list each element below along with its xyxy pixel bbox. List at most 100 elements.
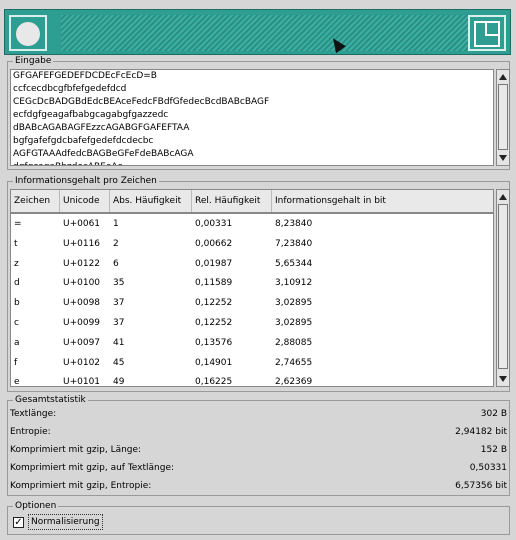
scroll-up-icon[interactable] xyxy=(499,194,507,200)
column-header-abs[interactable]: Abs. Häufigkeit xyxy=(110,190,192,212)
cell-abs: 1 xyxy=(113,219,119,229)
table-row[interactable]: c U+0099 37 0,12252 3,02895 xyxy=(11,314,493,333)
cell-rel: 0,01987 xyxy=(195,258,233,269)
cell-unicode: U+0100 xyxy=(63,278,101,289)
cell-rel: 0,00662 xyxy=(195,238,233,249)
stat-row: Komprimiert mit gzip, auf Textlänge: 0,50… xyxy=(10,459,507,477)
table-row[interactable]: t U+0116 2 0,00662 7,23840 xyxy=(11,235,493,254)
cell-rel: 0,14901 xyxy=(195,357,233,368)
cell-rel: 0,12252 xyxy=(195,298,233,309)
cell-unicode: U+0099 xyxy=(63,318,101,328)
cell-unicode: U+0098 xyxy=(63,298,101,309)
titlebar-drag-area[interactable] xyxy=(61,15,469,51)
column-header-rel[interactable]: Rel. Häufigkeit xyxy=(192,190,272,212)
table-row[interactable]: d U+0100 35 0,11589 3,10912 xyxy=(11,274,493,293)
stat-row: Komprimiert mit gzip, Länge: 152 B xyxy=(10,441,507,459)
cell-unicode: U+0101 xyxy=(63,377,101,387)
input-line: CEGcDcBADGBdEdcBEAceFedcFBdfGfedecBcdBAB… xyxy=(13,97,270,107)
input-line: bgfgafefgdcbafefgedefdcdecbc xyxy=(13,136,154,146)
stats-group: Gesamtstatistik Textlänge: 302 B Entropie:… xyxy=(7,394,510,496)
cell-abs: 45 xyxy=(113,357,125,368)
info-group-title: Informationsgehalt pro Zeichen xyxy=(13,175,159,187)
cell-info: 3,02895 xyxy=(275,298,313,309)
cell-unicode: U+0102 xyxy=(63,357,101,368)
cell-unicode: U+0061 xyxy=(63,219,101,229)
input-line: dBABcAGABAGFEzzcAGABGFGAFEFTAA xyxy=(13,123,190,133)
normalize-label[interactable]: Normalisierung xyxy=(28,514,103,530)
table-row[interactable]: f U+0102 45 0,14901 2,74655 xyxy=(11,354,493,373)
input-line: GFGAFEFGEDEFDCDEcFcEcD=B xyxy=(13,71,157,81)
stat-label: Komprimiert mit gzip, Länge: xyxy=(10,445,142,455)
column-header-unicode[interactable]: Unicode xyxy=(60,190,110,212)
cell-zeichen: a xyxy=(14,337,20,348)
options-group: Optionen ✓ Normalisierung xyxy=(7,500,510,535)
cell-info: 3,02895 xyxy=(275,318,313,328)
input-line: ccfcecdbcgfbfefgedefdcd xyxy=(13,84,127,94)
column-header-zeichen[interactable]: Zeichen xyxy=(11,190,60,212)
normalize-checkbox[interactable]: ✓ xyxy=(13,517,24,528)
stat-row: Entropie: 2,94182 bit xyxy=(10,423,507,441)
info-scrollbar[interactable] xyxy=(496,189,510,387)
table-row[interactable]: a U+0097 41 0,13576 2,88085 xyxy=(11,334,493,353)
options-group-title: Optionen xyxy=(13,500,59,512)
cell-abs: 6 xyxy=(113,258,119,269)
cell-abs: 35 xyxy=(113,278,125,289)
input-group: Eingabe GFGAFEFGEDEFDCDEcFcEcD=B ccfcecdb… xyxy=(7,55,510,170)
stat-label: Komprimiert mit gzip, Entropie: xyxy=(10,481,152,491)
cell-zeichen: f xyxy=(14,357,18,368)
cell-info: 2,88085 xyxy=(275,337,313,348)
cell-zeichen: d xyxy=(14,278,20,289)
table-row[interactable]: e U+0101 49 0,16225 2,62369 xyxy=(11,373,493,387)
stat-row: Komprimiert mit gzip, Entropie: 6,57356 b… xyxy=(10,477,507,495)
scroll-thumb[interactable] xyxy=(498,204,508,369)
scroll-thumb[interactable] xyxy=(498,84,508,150)
table-row[interactable]: b U+0098 37 0,12252 3,02895 xyxy=(11,294,493,313)
circle-icon xyxy=(16,22,40,46)
input-line: dgfgcagaBbzdecABEeAe xyxy=(13,161,491,165)
stat-label: Entropie: xyxy=(10,427,51,437)
window-titlebar[interactable] xyxy=(4,9,511,55)
scroll-down-icon[interactable] xyxy=(499,376,507,382)
cell-info: 2,74655 xyxy=(275,357,313,368)
stat-value: 152 B xyxy=(480,445,507,455)
cell-abs: 49 xyxy=(113,377,125,387)
column-header-info[interactable]: Informationsgehalt in bit xyxy=(272,190,493,212)
cell-abs: 37 xyxy=(113,298,125,309)
stat-value: 0,50331 xyxy=(469,463,507,473)
scroll-up-icon[interactable] xyxy=(499,74,507,80)
cell-zeichen: = xyxy=(14,219,22,229)
info-table[interactable]: Zeichen Unicode Abs. Häufigkeit Rel. Häu… xyxy=(10,189,494,387)
maximize-button[interactable] xyxy=(468,15,506,51)
cell-unicode: U+0122 xyxy=(63,258,101,269)
cell-rel: 0,12252 xyxy=(195,318,233,328)
input-group-title: Eingabe xyxy=(13,55,54,67)
cell-zeichen: z xyxy=(14,258,19,269)
table-row[interactable]: = U+0061 1 0,00331 8,23840 xyxy=(11,215,493,234)
input-scrollbar[interactable] xyxy=(496,69,510,166)
table-row[interactable]: z U+0122 6 0,01987 5,65344 xyxy=(11,255,493,274)
cell-info: 7,23840 xyxy=(275,238,313,249)
stat-value: 2,94182 bit xyxy=(455,427,507,437)
stat-label: Komprimiert mit gzip, auf Textlänge: xyxy=(10,463,175,473)
info-group: Informationsgehalt pro Zeichen Zeichen U… xyxy=(7,175,510,392)
cell-info: 5,65344 xyxy=(275,258,313,269)
cell-zeichen: c xyxy=(14,318,19,328)
stat-value: 6,57356 bit xyxy=(455,481,507,491)
window-menu-button[interactable] xyxy=(9,15,47,51)
cell-info: 8,23840 xyxy=(275,219,313,229)
stat-row: Textlänge: 302 B xyxy=(10,405,507,423)
cell-abs: 37 xyxy=(113,318,125,328)
table-header: Zeichen Unicode Abs. Häufigkeit Rel. Häu… xyxy=(11,190,493,214)
scroll-down-icon[interactable] xyxy=(499,155,507,161)
cell-zeichen: e xyxy=(14,377,20,387)
input-line: AGFGTAAAdfedcBAGBeGFeFdeBABcAGA xyxy=(13,149,194,159)
cell-info: 2,62369 xyxy=(275,377,313,387)
stat-value: 302 B xyxy=(480,409,507,419)
input-textarea[interactable]: GFGAFEFGEDEFDCDEcFcEcD=B ccfcecdbcgfbfefg… xyxy=(10,69,494,166)
cell-abs: 41 xyxy=(113,337,125,348)
cell-rel: 0,13576 xyxy=(195,337,233,348)
maximize-icon xyxy=(474,21,500,47)
cell-abs: 2 xyxy=(113,238,119,249)
input-line: ecfdgfgeagafbabgcagabgfgazzedc xyxy=(13,110,169,120)
cell-rel: 0,00331 xyxy=(195,219,233,229)
